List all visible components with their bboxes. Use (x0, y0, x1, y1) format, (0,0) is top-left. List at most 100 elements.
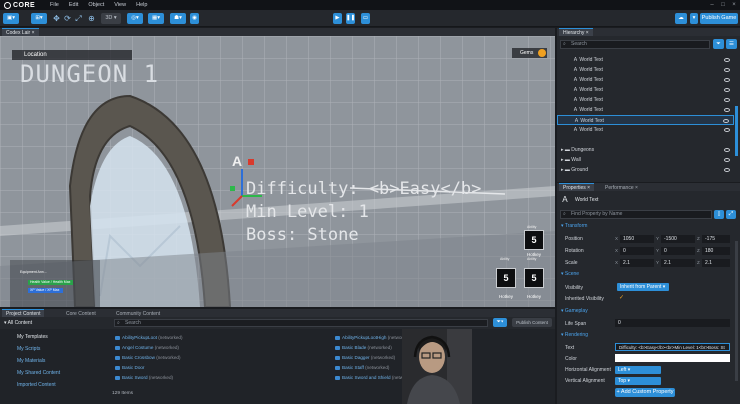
tab-performance[interactable]: Performance × (601, 183, 642, 191)
hierarchy-row[interactable]: Ａ World Text (557, 85, 734, 95)
hierarchy-scrollbar[interactable] (735, 106, 738, 156)
section-transform[interactable]: ▾ Transform (557, 222, 734, 230)
visibility-icon[interactable] (724, 98, 730, 102)
visibility-icon[interactable] (724, 78, 730, 82)
scale-x-field[interactable]: 2.1 (620, 259, 654, 267)
tab-community-content[interactable]: Community Content (112, 309, 165, 317)
hierarchy-search-input[interactable]: ⌕ Search (560, 40, 710, 49)
visibility-icon[interactable] (723, 119, 729, 123)
menu-edit[interactable]: Edit (69, 2, 78, 8)
ability-slot-2[interactable]: 5 (496, 268, 516, 288)
asset-item[interactable]: Basic Crossbow (networked) (115, 355, 180, 360)
hierarchy-row[interactable]: ▸ ▬ Dungeons (557, 145, 734, 155)
snap-button[interactable]: ⊞▾ (31, 13, 47, 24)
publish-content-button[interactable]: Publish Content (512, 318, 552, 327)
scale-icon[interactable]: ⤢ (74, 14, 83, 23)
hierarchy-row[interactable]: Ａ World Text (557, 65, 734, 75)
asset-item[interactable]: Angel Costume (networked) (115, 345, 179, 350)
hierarchy-row[interactable]: Ａ World Text (557, 95, 734, 105)
position-x-field[interactable]: 1050 (620, 235, 654, 243)
hierarchy-row-selected[interactable]: Ａ World Text (557, 115, 734, 125)
tab-properties[interactable]: Properties × (559, 183, 595, 191)
filter-button[interactable]: ⏷▾ (493, 318, 507, 327)
hierarchy-row[interactable]: Ａ World Text (557, 55, 734, 65)
preview-button[interactable]: ◉ (190, 13, 199, 24)
play-button[interactable]: ▶ (333, 13, 342, 24)
visibility-icon[interactable] (724, 128, 730, 132)
pause-button[interactable]: ❚❚ (346, 13, 355, 24)
hierarchy-row[interactable]: Ａ World Text (557, 125, 734, 135)
tab-viewport[interactable]: Codex Lair × (2, 28, 39, 36)
visibility-icon[interactable] (724, 168, 730, 172)
world-space-icon[interactable]: ⊕ (87, 14, 96, 23)
publish-game-button[interactable]: Publish Game (700, 13, 738, 24)
scale-z-field[interactable]: 2.1 (702, 259, 730, 267)
text-field[interactable]: Difficulty: <b>Easy</b><br>Min Level: 1<… (615, 343, 730, 351)
rotation-x-field[interactable]: 0 (620, 247, 654, 255)
hierarchy-row[interactable]: Ａ World Text (557, 75, 734, 85)
life-span-field[interactable]: 0 (615, 319, 730, 327)
rotation-z-field[interactable]: 180 (702, 247, 730, 255)
properties-scrollbar[interactable] (735, 241, 738, 381)
nav-my-materials[interactable]: My Materials (17, 358, 45, 364)
nav-my-scripts[interactable]: My Scripts (17, 346, 40, 352)
asset-item[interactable]: Basic Staff (networked) (335, 365, 389, 370)
visibility-icon[interactable] (724, 68, 730, 72)
cloud-button[interactable]: ☁ (675, 13, 687, 24)
tab-core-content[interactable]: Core Content (62, 309, 100, 317)
visibility-icon[interactable] (724, 58, 730, 62)
position-z-field[interactable]: -175 (702, 235, 730, 243)
new-object-button[interactable]: ▣▾ (3, 13, 19, 24)
asset-item[interactable]: Basic Blade (networked) (335, 345, 392, 350)
asset-item[interactable]: Basic Dagger (networked) (335, 355, 395, 360)
asset-item[interactable]: Basic Door (115, 365, 144, 370)
close-icon[interactable]: × (730, 1, 738, 9)
menu-view[interactable]: View (114, 2, 126, 8)
maximize-icon[interactable]: □ (719, 1, 727, 9)
hierarchy-row[interactable]: Ａ World Text (557, 105, 734, 115)
visibility-icon[interactable] (724, 88, 730, 92)
section-rendering[interactable]: ▾ Rendering (557, 331, 734, 339)
filter-button[interactable]: ⏷ (713, 39, 724, 49)
expand-icon[interactable]: ⤢ (726, 210, 736, 219)
visibility-icon[interactable] (724, 148, 730, 152)
section-scene[interactable]: ▾ Scene (557, 270, 734, 278)
project-search-input[interactable]: ⌕ Search (114, 319, 488, 327)
position-y-field[interactable]: -1500 (661, 235, 695, 243)
3d-viewport[interactable]: A Location DUNGEON 1 Gems Difficulty: <b… (0, 36, 555, 307)
grid-button[interactable]: ▦▾ (148, 13, 164, 24)
script-icon[interactable]: ▯ (714, 210, 724, 219)
ability-slot-3[interactable]: 5 (524, 268, 544, 288)
hierarchy-row[interactable]: ▸ ▬ Wall (557, 155, 734, 165)
color-swatch[interactable] (615, 354, 730, 362)
nav-imported-content[interactable]: Imported Content (17, 382, 56, 388)
tab-hierarchy[interactable]: Hierarchy × (559, 28, 593, 36)
cloud-dropdown-button[interactable]: ▾ (690, 13, 698, 24)
rotate-icon[interactable]: ⟳ (63, 14, 72, 23)
all-content-label[interactable]: ▾ All Content (4, 320, 32, 326)
hierarchy-options-button[interactable]: ☰ (726, 39, 737, 49)
asset-item[interactable]: AbilityPickupLoot (networked) (115, 335, 183, 340)
asset-item[interactable]: AbilityPickupLootHigh (networked) (335, 335, 412, 340)
horizontal-alignment-dropdown[interactable]: Left ▾ (615, 366, 661, 374)
camera-button[interactable]: ◎▾ (127, 13, 143, 24)
menu-file[interactable]: File (50, 2, 59, 8)
move-icon[interactable]: ✥ (52, 14, 61, 23)
visibility-dropdown[interactable]: Inherit from Parent ▾ (617, 283, 669, 291)
tab-project-content[interactable]: Project Content (2, 309, 45, 317)
nav-my-shared-content[interactable]: My Shared Content (17, 370, 60, 376)
minimize-icon[interactable]: – (708, 1, 716, 9)
property-search-input[interactable]: ⌕ Find Property by Name (560, 210, 712, 219)
hierarchy-row[interactable]: ▸ ▬ Ground (557, 165, 734, 175)
view-mode-select[interactable]: 3D ▾ (101, 13, 121, 24)
rotation-y-field[interactable]: 0 (661, 247, 695, 255)
nav-my-templates[interactable]: My Templates (17, 334, 48, 340)
visibility-icon[interactable] (724, 158, 730, 162)
visibility-icon[interactable] (724, 108, 730, 112)
vertical-alignment-dropdown[interactable]: Top ▾ (615, 377, 661, 385)
menu-help[interactable]: Help (136, 2, 147, 8)
scale-y-field[interactable]: 2.1 (661, 259, 695, 267)
menu-object[interactable]: Object (88, 2, 104, 8)
asset-item[interactable]: Basic Sword (networked) (115, 375, 173, 380)
multiplayer-preview-button[interactable]: ▭ (361, 13, 370, 24)
